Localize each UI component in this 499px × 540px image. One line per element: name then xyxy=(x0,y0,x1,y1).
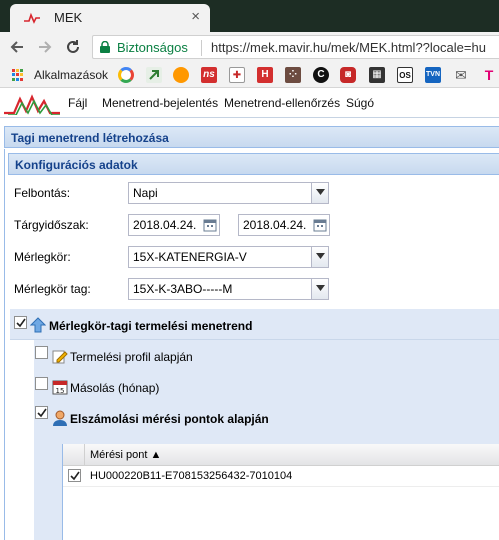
tree-child-checkbox[interactable] xyxy=(35,377,48,390)
column-header-meresi-pont[interactable]: Mérési pont ▲ xyxy=(90,449,161,461)
tree-child-label[interactable]: Másolás (hónap) xyxy=(70,381,159,395)
period-to-input[interactable]: 2018.04.24. xyxy=(238,214,330,236)
apps-grid-icon[interactable] xyxy=(12,69,24,81)
chevron-down-icon[interactable] xyxy=(311,247,328,267)
app-menubar: Fájl Menetrend-bejelentés Menetrend-elle… xyxy=(0,88,499,118)
mavir-logo-icon xyxy=(4,94,60,115)
menu-menetrend-bejelentes[interactable]: Menetrend-bejelentés xyxy=(102,96,218,110)
lock-icon xyxy=(100,41,110,53)
balance-group-label: Mérlegkör: xyxy=(14,250,71,264)
arrow-up-icon xyxy=(30,317,46,333)
bookmark-h-icon[interactable]: H xyxy=(257,67,273,83)
period-label: Tárgyidőszak: xyxy=(14,218,89,232)
member-label: Mérlegkör tag: xyxy=(14,282,91,296)
bookmark-tvn-icon[interactable]: TVN xyxy=(425,67,441,83)
bookmark-os-icon[interactable]: OS xyxy=(397,67,413,83)
bookmark-film-icon[interactable]: ▦ xyxy=(369,67,385,83)
tree-child-label[interactable]: Termelési profil alapján xyxy=(70,350,193,364)
grid-select-column[interactable] xyxy=(63,444,85,466)
reload-icon[interactable] xyxy=(62,37,84,57)
balance-group-value: 15X-KATENERGIA-V xyxy=(133,250,247,264)
measurement-point-cell: HU000220B11-E708153256432-7010104 xyxy=(90,470,293,482)
secure-label: Biztonságos xyxy=(117,40,188,55)
omnibox-separator xyxy=(201,40,202,56)
calendar-picker-icon[interactable] xyxy=(201,215,219,235)
bookmarks-bar: Alkalmazások ns ✚ H ⁘ C ◙ ▦ OS TVN ✉ T xyxy=(0,62,499,88)
menu-sugo[interactable]: Súgó xyxy=(346,96,374,110)
bookmark-orange-circle-icon[interactable] xyxy=(173,67,189,83)
apps-bookmark[interactable]: Alkalmazások xyxy=(34,68,108,82)
menu-menetrend-ellenorzes[interactable]: Menetrend-ellenőrzés xyxy=(224,96,340,110)
bookmark-ns-icon[interactable]: ns xyxy=(201,67,217,83)
menu-fajl[interactable]: Fájl xyxy=(68,96,87,110)
period-to-value: 2018.04.24. xyxy=(243,218,307,232)
resolution-value: Napi xyxy=(133,186,158,200)
grid-header: Mérési pont ▲ xyxy=(63,444,499,466)
mek-favicon-icon xyxy=(24,12,40,24)
calendar-icon: 15 xyxy=(52,380,68,395)
google-icon[interactable] xyxy=(118,67,134,83)
balance-group-select[interactable]: 15X-KATENERGIA-V xyxy=(128,246,329,268)
tab-title: MEK xyxy=(54,10,83,25)
browser-toolbar: Biztonságos https://mek.mavir.hu/mek/MEK… xyxy=(0,32,499,62)
tree-root-label: Mérlegkör-tagi termelési menetrend xyxy=(49,319,253,333)
chevron-down-icon[interactable] xyxy=(311,279,328,299)
back-arrow-icon[interactable] xyxy=(6,37,28,57)
resolution-label: Felbontás: xyxy=(14,186,71,200)
resolution-select[interactable]: Napi xyxy=(128,182,329,204)
row-checkbox[interactable] xyxy=(68,469,81,482)
bookmark-arrow-icon[interactable] xyxy=(146,67,162,83)
bookmark-c-icon[interactable]: C xyxy=(313,67,329,83)
tree-root-checkbox[interactable] xyxy=(14,316,27,329)
member-value: 15X-K-3ABO-----M xyxy=(133,282,233,296)
telekom-icon[interactable]: T xyxy=(481,67,497,83)
tree-root-row[interactable]: Mérlegkör-tagi termelési menetrend xyxy=(10,309,499,340)
config-section-title: Konfigurációs adatok xyxy=(8,153,499,175)
member-select[interactable]: 15X-K-3ABO-----M xyxy=(128,278,329,300)
tree-child-label[interactable]: Elszámolási mérési pontok alapján xyxy=(70,412,269,426)
chevron-down-icon[interactable] xyxy=(311,183,328,203)
bookmark-mail-icon[interactable]: ✉ xyxy=(453,67,469,83)
bookmark-cross-icon[interactable]: ✚ xyxy=(229,67,245,83)
period-from-value: 2018.04.24. xyxy=(133,218,197,232)
tree-child-checkbox[interactable] xyxy=(35,346,48,359)
period-from-input[interactable]: 2018.04.24. xyxy=(128,214,220,236)
page-title: Tagi menetrend létrehozása xyxy=(4,126,499,148)
bookmark-dots-icon[interactable]: ⁘ xyxy=(285,67,301,83)
tree-child-checkbox[interactable] xyxy=(35,406,48,419)
calendar-day: 15 xyxy=(56,387,65,395)
browser-tabstrip: MEK × xyxy=(0,0,499,32)
address-bar[interactable]: Biztonságos https://mek.mavir.hu/mek/MEK… xyxy=(92,35,499,59)
bookmark-pdf-icon[interactable]: ◙ xyxy=(340,67,356,83)
edit-profile-icon xyxy=(52,350,68,364)
table-row[interactable]: HU000220B11-E708153256432-7010104 xyxy=(63,466,499,487)
measurement-points-grid: Mérési pont ▲ HU000220B11-E708153256432-… xyxy=(62,444,499,540)
browser-tab[interactable]: MEK × xyxy=(10,4,210,32)
tab-close-icon[interactable]: × xyxy=(191,8,200,25)
url-text[interactable]: https://mek.mavir.hu/mek/MEK.html??local… xyxy=(211,40,486,55)
forward-arrow-icon[interactable] xyxy=(34,37,56,57)
calendar-picker-icon[interactable] xyxy=(311,215,329,235)
user-meter-icon xyxy=(53,410,67,426)
